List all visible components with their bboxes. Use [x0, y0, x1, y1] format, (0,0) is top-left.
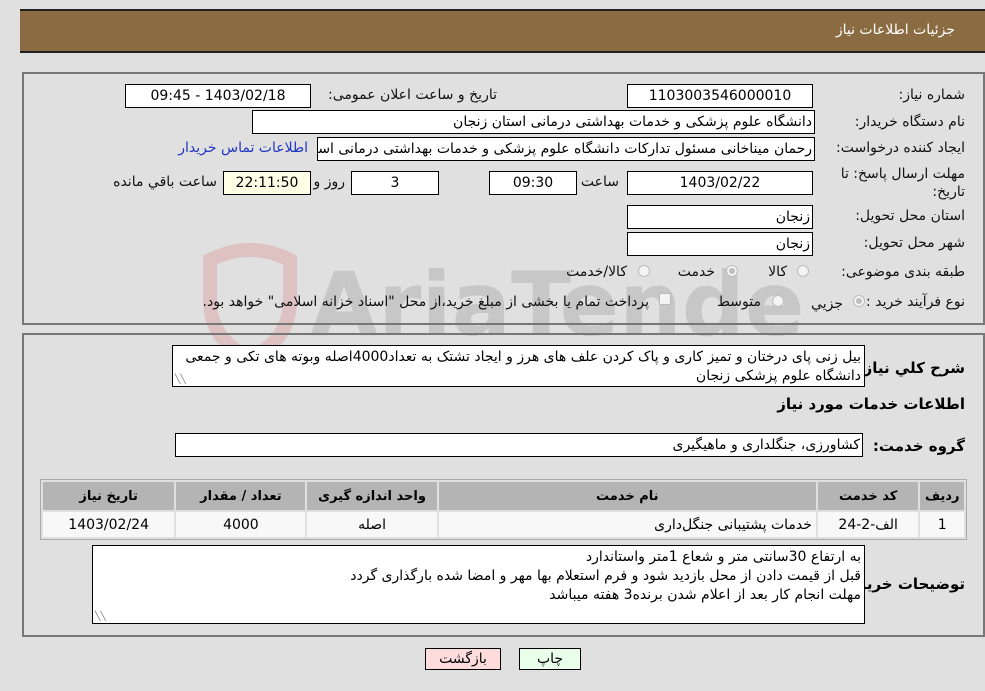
- province-field: زنجان: [627, 205, 813, 229]
- column-header-unit: واحد اندازه گیری: [307, 482, 437, 510]
- description-text: بیل زنی پای درختان و تمیز کاری و پاک کرد…: [185, 349, 861, 384]
- resize-grip-icon[interactable]: ╲╲: [175, 376, 186, 385]
- category-option-goods-service: کالا/خدمت: [566, 264, 627, 280]
- service-group-field: کشاورزی، جنگلداری و ماهیگیری: [175, 433, 863, 457]
- need-info-panel: شماره نیاز: 1103003546000010 تاریخ و ساع…: [22, 72, 985, 325]
- category-label: طبقه بندی موضوعی:: [841, 264, 965, 280]
- category-radio-goods[interactable]: [797, 265, 809, 277]
- column-header-code: کد خدمت: [817, 482, 919, 510]
- print-button[interactable]: چاپ: [519, 648, 581, 670]
- cell-name: خدمات پشتیبانی جنگل‌داری: [438, 512, 816, 537]
- process-radio-minor[interactable]: [853, 295, 865, 307]
- buyer-notes-line: قبل از قیمت دادن از محل بازدید شود و فرم…: [350, 568, 861, 584]
- city-label: شهر محل تحویل:: [863, 235, 965, 251]
- resize-grip-icon[interactable]: ╲╲: [95, 613, 106, 622]
- services-table: ردیف کد خدمت نام خدمت واحد اندازه گیری ت…: [40, 479, 967, 540]
- deadline-time-label: ساعت: [580, 174, 619, 190]
- cell-index: 1: [920, 512, 964, 537]
- buyer-org-field: دانشگاه علوم پزشکی و خدمات بهداشتی درمان…: [252, 110, 815, 134]
- city-field: زنجان: [627, 232, 813, 256]
- description-label: شرح کلي نیاز:: [857, 359, 965, 377]
- description-textarea[interactable]: بیل زنی پای درختان و تمیز کاری و پاک کرد…: [172, 345, 865, 387]
- table-row: 1 الف-2-24 خدمات پشتیبانی جنگل‌داری اصله…: [43, 512, 964, 537]
- process-label: نوع فرآیند خرید :: [866, 294, 965, 310]
- page-title: جزئیات اطلاعات نیاز: [835, 22, 955, 38]
- days-label: روز و: [313, 174, 346, 190]
- buyer-notes-textarea[interactable]: به ارتفاع 30سانتی متر و شعاع 1متر واستان…: [92, 545, 865, 624]
- services-section-title: اطلاعات خدمات مورد نیاز: [777, 395, 965, 413]
- table-header-row: ردیف کد خدمت نام خدمت واحد اندازه گیری ت…: [43, 482, 964, 510]
- days-remaining-field: 3: [351, 171, 439, 195]
- announce-date-field: 1403/02/18 - 09:45: [125, 84, 311, 108]
- treasury-checkbox[interactable]: [659, 293, 671, 305]
- creator-field: رحمان میناخانی مسئول تدارکات دانشگاه علو…: [317, 137, 815, 161]
- creator-label: ایجاد کننده درخواست:: [836, 140, 965, 156]
- service-group-label: گروه خدمت:: [872, 437, 965, 455]
- buyer-notes-line: به ارتفاع 30سانتی متر و شعاع 1متر واستان…: [585, 549, 861, 565]
- category-radio-goods-service[interactable]: [638, 265, 650, 277]
- cell-code: الف-2-24: [817, 512, 919, 537]
- category-radio-service[interactable]: [726, 265, 738, 277]
- cell-date: 1403/02/24: [43, 512, 175, 537]
- province-label: استان محل تحویل:: [855, 208, 965, 224]
- category-option-service: خدمت: [677, 264, 715, 280]
- column-header-index: ردیف: [920, 482, 964, 510]
- deadline-time-field: 09:30: [489, 171, 577, 195]
- category-option-goods: کالا: [768, 264, 787, 280]
- cell-unit: اصله: [307, 512, 437, 537]
- cell-quantity: 4000: [176, 512, 306, 537]
- need-number-label: شماره نیاز:: [898, 87, 966, 103]
- process-option-minor: جزيي: [811, 296, 843, 312]
- buyer-notes-line: مهلت انجام کار بعد از اعلام شدن برنده3 ه…: [549, 587, 861, 603]
- buyer-contact-link[interactable]: اطلاعات تماس خریدار: [178, 140, 308, 156]
- column-header-quantity: تعداد / مقدار: [176, 482, 306, 510]
- treasury-note: پرداخت تمام یا بخشی از مبلغ خرید،از محل …: [202, 294, 649, 310]
- buyer-org-label: نام دستگاه خریدار:: [854, 114, 965, 130]
- remaining-time-field: 22:11:50: [223, 171, 311, 195]
- remaining-time-label: ساعت باقي مانده: [113, 174, 217, 190]
- deadline-label: مهلت ارسال پاسخ: تا تاریخ:: [840, 166, 965, 200]
- column-header-date: تاریخ نیاز: [43, 482, 175, 510]
- announce-date-label: تاریخ و ساعت اعلان عمومی:: [328, 87, 497, 103]
- column-header-name: نام خدمت: [438, 482, 816, 510]
- process-radio-medium[interactable]: [772, 295, 784, 307]
- page-header: جزئیات اطلاعات نیاز: [20, 9, 985, 53]
- back-button[interactable]: بازگشت: [425, 648, 501, 670]
- need-number-field: 1103003546000010: [627, 84, 813, 108]
- services-panel: شرح کلي نیاز: بیل زنی پای درختان و تمیز …: [22, 333, 985, 637]
- deadline-date-field: 1403/02/22: [627, 171, 813, 195]
- process-option-medium: متوسط: [717, 294, 761, 310]
